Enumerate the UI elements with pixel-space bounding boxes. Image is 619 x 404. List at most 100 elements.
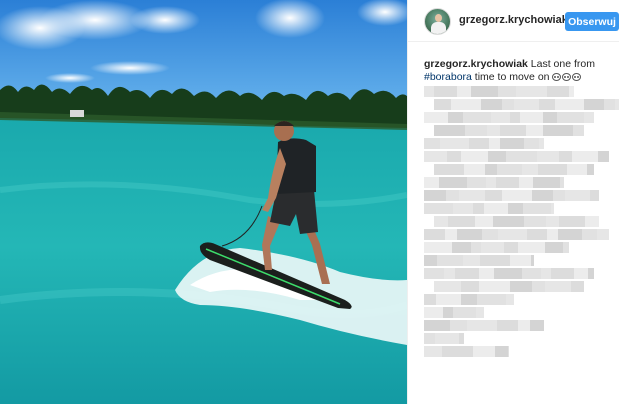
pixel-block: [500, 125, 526, 136]
pixel-block: [563, 242, 569, 253]
pixel-block: [424, 151, 447, 162]
pixel-block: [565, 190, 590, 201]
pixel-block: [424, 333, 435, 344]
post-username[interactable]: grzegorz.krychowiak: [459, 14, 568, 26]
pixel-block: [435, 333, 459, 344]
post-photo[interactable]: [0, 0, 407, 404]
pixel-block: [467, 177, 486, 188]
pixel-block: [538, 164, 567, 175]
post-caption: grzegorz.krychowiak Last one from #borab…: [424, 58, 614, 84]
pixel-block: [557, 112, 584, 123]
pixel-block: [442, 346, 473, 357]
pixel-block: [571, 281, 584, 292]
face-emoji-icon: [562, 73, 572, 81]
pixel-block: [471, 86, 498, 97]
pixel-block: [463, 112, 491, 123]
pixel-block: [424, 86, 434, 97]
pixel-block: [447, 151, 461, 162]
post-sidebar: grzegorz.krychowiak Obserwuj grzegorz.kr…: [407, 0, 619, 404]
pixel-block: [555, 99, 584, 110]
face-emoji-icon: [572, 73, 582, 81]
pixel-block: [476, 307, 484, 318]
pixel-block: [518, 320, 530, 331]
pixel-block: [424, 268, 444, 279]
pixel-block: [530, 320, 544, 331]
pixel-block: [473, 346, 495, 357]
pixel-block: [457, 229, 482, 240]
pixel-block: [533, 177, 560, 188]
pixel-block: [455, 268, 479, 279]
pixel-block: [465, 125, 487, 136]
pixel-block: [451, 99, 481, 110]
pixel-block: [604, 99, 615, 110]
pixel-block: [434, 281, 461, 292]
pixel-block: [424, 294, 436, 305]
pixel-block: [559, 216, 585, 227]
pixel-block: [559, 151, 572, 162]
pixel-block: [506, 151, 537, 162]
avatar-head: [435, 14, 442, 22]
post-header: grzegorz.krychowiak Obserwuj: [408, 0, 619, 42]
pixel-block: [461, 281, 479, 292]
pixel-block: [424, 346, 442, 357]
pixel-block: [459, 190, 485, 201]
pixel-block: [424, 112, 448, 123]
pixel-block: [485, 164, 497, 175]
pixel-block: [524, 138, 539, 149]
pixel-block: [461, 151, 488, 162]
pixel-block: [504, 242, 518, 253]
pixel-block: [496, 177, 519, 188]
pixel-block: [573, 125, 584, 136]
pixel-block: [553, 190, 565, 201]
pixel-block: [434, 86, 457, 97]
pixel-block: [551, 203, 554, 214]
pixel-block: [446, 190, 459, 201]
pixel-block: [584, 99, 604, 110]
pixel-block: [497, 164, 522, 175]
pixel-block: [439, 177, 467, 188]
pixel-block: [508, 203, 523, 214]
pixel-block: [510, 255, 531, 266]
pixel-block: [434, 216, 448, 227]
pixel-block: [457, 86, 471, 97]
pixel-block: [434, 164, 464, 175]
caption-username[interactable]: grzegorz.krychowiak: [424, 58, 528, 70]
pixelated-comments: [424, 84, 619, 404]
pixel-block: [491, 112, 510, 123]
pixel-block: [539, 99, 555, 110]
profile-avatar-icon[interactable]: [424, 8, 451, 35]
pixel-block: [502, 99, 514, 110]
pixel-block: [424, 229, 445, 240]
caption-emojis: [552, 73, 582, 81]
pixel-block: [469, 138, 489, 149]
pixel-block: [587, 164, 594, 175]
pixel-block: [487, 125, 500, 136]
pixel-block: [598, 151, 609, 162]
pixel-block: [461, 294, 477, 305]
pixel-block: [434, 125, 465, 136]
pixel-block: [531, 255, 534, 266]
instagram-post: grzegorz.krychowiak Obserwuj grzegorz.kr…: [0, 0, 619, 404]
pixel-block: [424, 177, 439, 188]
pixel-block: [574, 268, 588, 279]
pixel-block: [443, 307, 453, 318]
pixel-block: [489, 138, 500, 149]
pixel-block: [498, 229, 527, 240]
pixel-block: [590, 190, 599, 201]
pixel-block: [615, 99, 619, 110]
pixel-block: [526, 125, 543, 136]
pixel-block: [539, 138, 544, 149]
caption-hashtag[interactable]: #borabora: [424, 71, 472, 83]
pixel-block: [471, 242, 481, 253]
pixel-block: [537, 151, 559, 162]
pixel-block: [481, 99, 502, 110]
pixel-block: [516, 86, 547, 97]
pixel-block: [514, 99, 539, 110]
pixel-block: [445, 229, 457, 240]
follow-button[interactable]: Obserwuj: [565, 12, 619, 31]
pixel-block: [551, 268, 574, 279]
pixel-block: [486, 177, 496, 188]
pixel-block: [497, 320, 518, 331]
pixel-block: [506, 294, 514, 305]
pixel-block: [481, 242, 504, 253]
